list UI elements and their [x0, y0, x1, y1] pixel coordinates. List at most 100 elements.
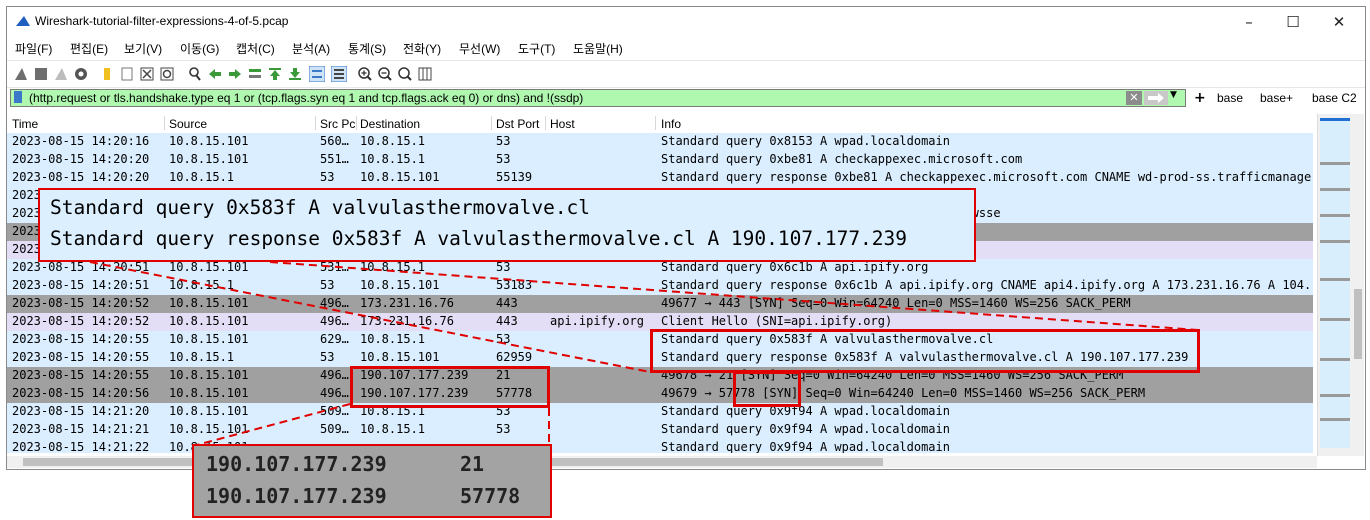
cell-time: 2023-08-15 14:20:55: [12, 332, 150, 346]
plus-icon[interactable]: +: [1194, 90, 1206, 106]
save-file-icon[interactable]: [119, 66, 135, 82]
dns-highlight-box: [650, 329, 1200, 373]
column-header-src-port[interactable]: Src Pc: [320, 117, 355, 131]
cell-dport: 53: [496, 152, 511, 166]
cell-time: 2023-08-15 14:20:20: [12, 170, 150, 184]
cell-sport: 496…: [320, 296, 349, 310]
cell-src: 10.8.15.101: [169, 152, 249, 166]
cell-src: 10.8.15.1: [169, 350, 235, 364]
reload-file-icon[interactable]: [159, 66, 175, 82]
menu-file[interactable]: 파일(F): [15, 40, 52, 57]
cell-sport: 496…: [320, 368, 349, 382]
table-row[interactable]: 2023-08-15 14:20:20 10.8.15.1 53 10.8.15.10…: [7, 169, 1313, 187]
cell-info: Standard query 0x6c1b A api.ipify.org: [661, 260, 929, 274]
close-icon[interactable]: ✕: [1319, 11, 1359, 33]
menu-bar: 파일(F) 편집(E) 보기(V) 이동(G) 캡처(C) 분석(A) 통계(S…: [7, 37, 1365, 59]
column-header-time[interactable]: Time: [12, 117, 38, 131]
menu-edit[interactable]: 편집(E): [70, 40, 108, 57]
cell-info: Standard query 0x9f94 A wpad.localdomain: [661, 440, 950, 453]
menu-capture[interactable]: 캡처(C): [236, 40, 275, 57]
cell-dst: 10.8.15.101: [360, 278, 440, 292]
clear-icon[interactable]: ✕: [1126, 91, 1142, 105]
table-row[interactable]: 2023-08-15 14:21:21 10.8.15.101 509… 10.8.1…: [7, 421, 1313, 439]
cell-src: 10.8.15.1: [169, 278, 235, 292]
menu-go[interactable]: 이동(G): [180, 40, 219, 57]
cell-src: 10.8.15.101: [169, 422, 249, 436]
stop-capture-icon[interactable]: [33, 66, 49, 82]
table-row[interactable]: 2023-08-15 14:20:56 10.8.15.101 496… 190.10…: [7, 385, 1313, 403]
column-header-destination[interactable]: Destination: [360, 117, 420, 131]
last-packet-icon[interactable]: [287, 66, 303, 82]
start-capture-icon[interactable]: [13, 66, 29, 82]
go-forward-icon[interactable]: [227, 66, 243, 82]
menu-tools[interactable]: 도구(T): [518, 40, 555, 57]
scrollbar-thumb[interactable]: [1354, 289, 1362, 359]
colorize-icon[interactable]: [331, 66, 347, 82]
open-file-icon[interactable]: [99, 66, 115, 82]
table-row[interactable]: 2023-08-15 14:20:20 10.8.15.101 551… 10.8.1…: [7, 151, 1313, 169]
cell-sport: 53: [320, 350, 335, 364]
display-filter-input[interactable]: (http.request or tls.handshake.type eq 1…: [10, 89, 1186, 107]
display-filter-bar: (http.request or tls.handshake.type eq 1…: [10, 89, 1362, 109]
cell-info: 49677 → 443 [SYN] Seq=0 Win=64240 Len=0 …: [661, 296, 1131, 310]
go-to-packet-icon[interactable]: [247, 66, 263, 82]
cell-src: 10.8.15.101: [169, 404, 249, 418]
callout-dns-response: Standard query response 0x583f A valvula…: [50, 227, 908, 250]
vertical-scrollbar[interactable]: [1317, 114, 1364, 456]
go-back-icon[interactable]: [207, 66, 223, 82]
cell-info: Standard query 0x9f94 A wpad.localdomain: [661, 422, 950, 436]
auto-scroll-icon[interactable]: [309, 66, 325, 82]
first-packet-icon[interactable]: [267, 66, 283, 82]
cell-dst: 173.231.16.76: [360, 296, 454, 310]
packet-list: 2023-08-15 14:20:16 10.8.15.101 560… 10.8.1…: [7, 133, 1313, 453]
zoom-in-icon[interactable]: [357, 66, 373, 82]
table-row[interactable]: 2023-08-15 14:20:16 10.8.15.101 560… 10.8.1…: [7, 133, 1313, 151]
table-row[interactable]: 2023-08-15 14:21:20 10.8.15.101 509… 10.8.1…: [7, 403, 1313, 421]
bookmark-icon[interactable]: [14, 91, 22, 103]
menu-statistics[interactable]: 통계(S): [348, 40, 386, 57]
cell-sport: 531…: [320, 260, 349, 274]
menu-telephony[interactable]: 전화(Y): [403, 40, 441, 57]
column-header-source[interactable]: Source: [169, 117, 207, 131]
filter-button-base-plus[interactable]: base+: [1260, 91, 1293, 105]
title-bar: Wireshark-tutorial-filter-expressions-4-…: [7, 7, 1365, 35]
packet-list-header: Time Source Src Pc Destination Dst Port …: [7, 114, 1317, 132]
filter-button-base-c2[interactable]: base C2: [1312, 91, 1357, 105]
apply-arrow-icon[interactable]: [1144, 91, 1168, 105]
cell-dport: 53183: [496, 278, 533, 292]
cell-dport: 53: [496, 422, 511, 436]
menu-analyze[interactable]: 분석(A): [292, 40, 330, 57]
minimize-icon[interactable]: –: [1229, 11, 1269, 33]
filter-button-base[interactable]: base: [1217, 91, 1243, 105]
menu-help[interactable]: 도움말(H): [573, 40, 623, 57]
menu-view[interactable]: 보기(V): [124, 40, 162, 57]
packet-minimap[interactable]: [1320, 118, 1350, 448]
cell-dport: 53: [496, 332, 511, 346]
column-header-info[interactable]: Info: [661, 117, 681, 131]
cell-src: 10.8.15.101: [169, 314, 249, 328]
close-file-icon[interactable]: [139, 66, 155, 82]
syn-port-highlight-box: [733, 371, 801, 407]
window-title: Wireshark-tutorial-filter-expressions-4-…: [35, 14, 289, 28]
restart-capture-icon[interactable]: [53, 66, 69, 82]
table-row[interactable]: 2023-08-15 14:20:52 10.8.15.101 496… 173.23…: [7, 295, 1313, 313]
cell-src: 10.8.15.101: [169, 260, 249, 274]
zoom-out-icon[interactable]: [377, 66, 393, 82]
cell-sport: 53: [320, 278, 335, 292]
cell-info: Standard query response 0xbe81 A checkap…: [661, 170, 1311, 184]
cell-time: 2023-08-15 14:20:51: [12, 278, 150, 292]
column-header-host[interactable]: Host: [550, 117, 575, 131]
dropdown-icon[interactable]: ▼: [1170, 90, 1177, 100]
capture-options-icon[interactable]: [73, 66, 89, 82]
maximize-icon[interactable]: ☐: [1273, 11, 1313, 33]
cell-time: 2023-08-15 14:21:21: [12, 422, 150, 436]
menu-wireless[interactable]: 무선(W): [459, 40, 500, 57]
find-packet-icon[interactable]: [187, 66, 203, 82]
cell-sport: 560…: [320, 134, 349, 148]
table-row[interactable]: 2023-08-15 14:20:51 10.8.15.1 53 10.8.15.10…: [7, 277, 1313, 295]
cell-time: 2023-08-15 14:20:52: [12, 296, 150, 310]
column-header-dst-port[interactable]: Dst Port: [496, 117, 539, 131]
normal-size-icon[interactable]: [397, 66, 413, 82]
cell-src: 10.8.15.101: [169, 332, 249, 346]
resize-columns-icon[interactable]: [417, 66, 433, 82]
